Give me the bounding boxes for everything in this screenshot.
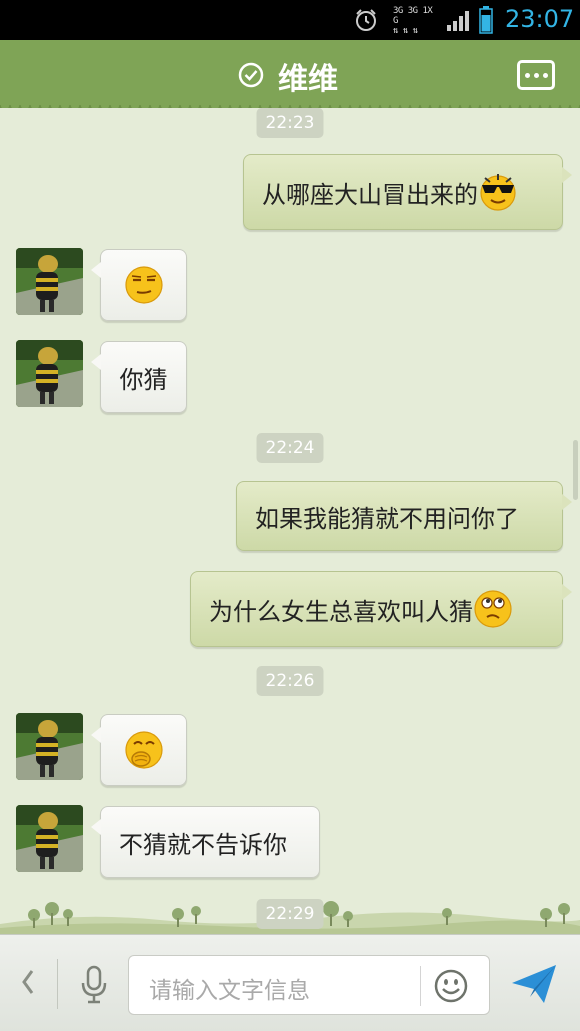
message-text: 如果我能猜就不用问你了 [255,504,519,533]
alarm-clock-icon [356,9,376,31]
received-message-bubble[interactable]: 不猜就不告诉你 [91,806,320,878]
message-input[interactable]: 请输入文字信息 [128,955,490,1015]
timestamp-badge: 22:24 [256,433,324,463]
check-circle-icon [238,62,264,88]
contact-avatar[interactable] [16,713,83,780]
contact-avatar[interactable] [16,248,83,315]
contact-avatar[interactable] [16,340,83,407]
received-message-bubble[interactable]: 你猜 [91,341,187,413]
input-bar: 请输入文字信息 [0,934,580,1031]
message-text: 你猜 [119,365,168,394]
status-clock: 23:07 [505,5,575,33]
received-message-bubble[interactable] [91,714,187,786]
input-placeholder: 请输入文字信息 [149,978,310,1004]
contact-avatar[interactable] [16,805,83,872]
message-text: 为什么女生总喜欢叫人猜 [209,597,473,626]
sent-message-bubble[interactable]: 为什么女生总喜欢叫人猜 [190,571,572,647]
message-text: 不猜就不告诉你 [119,830,287,859]
sent-message-bubble[interactable]: 从哪座大山冒出来的 [243,154,572,230]
divider [420,966,421,1006]
scrollbar[interactable] [573,440,578,500]
received-message-bubble[interactable] [91,249,187,321]
microphone-icon[interactable] [79,965,109,1005]
sent-message-bubble[interactable]: 如果我能猜就不用问你了 [236,481,572,551]
timestamp-badge: 22:29 [256,899,324,929]
battery-icon [479,6,493,34]
status-bar: 3G 3G 1X G ⇅ ⇅ ⇅ 23:07 [0,0,580,40]
contact-name[interactable]: 维维 [278,54,338,98]
chat-header: 维维 [0,40,580,111]
network-indicator: 3G 3G 1X G ⇅ ⇅ ⇅ [393,6,433,36]
chevron-left-icon[interactable] [18,967,38,997]
message-text: 从哪座大山冒出来的 [262,180,478,209]
divider [57,959,58,1009]
puzzled-face-emoji [474,590,512,628]
signal-bars-icon [447,11,469,31]
timestamp-badge: 22:26 [256,666,324,696]
message-list[interactable]: 22:23 从哪座大山冒出来的 你猜 22:24 如果我能猜就不用问你了 为什么… [0,108,580,934]
smiley-icon[interactable] [433,968,469,1004]
giggle-face-emoji [124,731,163,769]
more-menu-button[interactable] [517,60,555,90]
timestamp-badge: 22:23 [256,108,324,138]
cool-sunglasses-emoji [480,174,516,211]
smug-face-emoji [124,266,163,304]
send-paper-plane-icon[interactable] [510,963,558,1005]
